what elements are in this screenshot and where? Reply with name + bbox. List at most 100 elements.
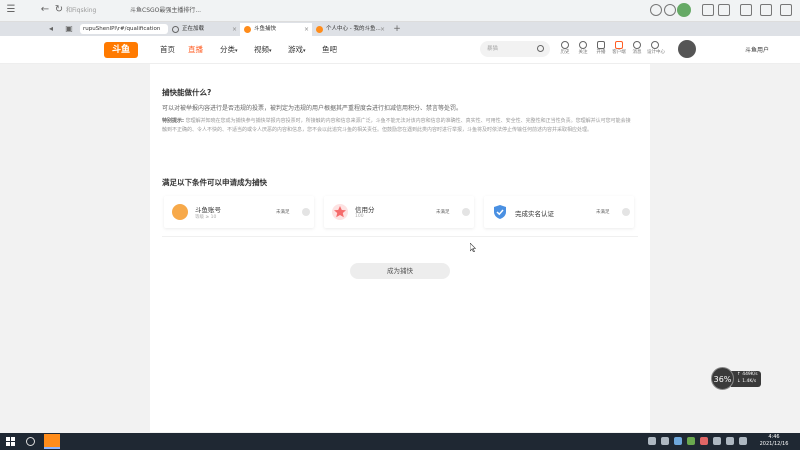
condition-sub: 等级 ≥ 10 bbox=[195, 215, 217, 220]
tab-close-icon[interactable]: × bbox=[380, 23, 385, 36]
nav-fishbar[interactable]: 鱼吧 bbox=[322, 45, 337, 55]
favorite-icon[interactable] bbox=[664, 4, 676, 16]
tab-label: 正在加载 bbox=[182, 26, 205, 32]
taskbar: 4:46 2021/12/16 bbox=[0, 433, 800, 450]
address-bar[interactable]: rupuShenlPl\r#/qualification bbox=[80, 24, 168, 34]
header-icon-label: 消息 bbox=[632, 50, 642, 55]
tab-douyu-catcher[interactable]: 斗鱼捕快 × bbox=[240, 23, 312, 36]
nav-game[interactable]: 游戏▾ bbox=[288, 45, 306, 56]
nav-category[interactable]: 分类▾ bbox=[220, 45, 238, 56]
tip-text: 您理解并知晓在您成为捕快参与捕快举报内容投票时，所接触的内容和信息来源广泛，斗鱼… bbox=[162, 118, 631, 133]
header-client[interactable]: 客户端 bbox=[611, 41, 627, 61]
taskbar-clock[interactable]: 4:46 2021/12/16 bbox=[751, 434, 797, 448]
douyu-favicon-icon bbox=[316, 26, 323, 33]
tab-label: 个人中心 - 我的斗鱼... bbox=[326, 26, 381, 32]
window-close-icon[interactable] bbox=[780, 4, 792, 16]
douyu-favicon-icon bbox=[244, 26, 251, 33]
clock-date: 2021/12/16 bbox=[759, 441, 789, 447]
section-description: 可以对被举报内容进行是否违规的投票，被判定为违规的用户根据其严重程度会进行扣减信… bbox=[162, 105, 463, 112]
tray-shield-icon[interactable] bbox=[674, 437, 682, 445]
message-icon bbox=[633, 41, 641, 49]
condition-sub: 100 bbox=[355, 214, 364, 219]
memory-percent: 36% bbox=[711, 367, 734, 390]
browser-avatar[interactable] bbox=[677, 3, 691, 17]
client-icon bbox=[615, 41, 623, 49]
user-name[interactable]: 斗鱼用户 bbox=[745, 45, 769, 54]
chevron-down-icon: ▾ bbox=[269, 48, 272, 54]
new-tab-button[interactable]: + bbox=[390, 22, 404, 36]
search-icon[interactable] bbox=[537, 45, 544, 52]
condition-card-credit: 信用分 100 未满足 bbox=[324, 196, 474, 228]
chevron-down-icon: ▾ bbox=[235, 48, 238, 54]
history-icon bbox=[561, 41, 569, 49]
header-follow[interactable]: 关注 bbox=[575, 41, 591, 61]
condition-card-realname: 完成实名认证 未满足 bbox=[484, 196, 634, 228]
browser-search-input[interactable]: 和Fiqsking bbox=[66, 4, 118, 17]
search-placeholder: 暴猫 bbox=[487, 46, 499, 52]
network-speed-widget[interactable]: ↑ 449K/s ↓ 1.4K/s 36% bbox=[711, 367, 761, 390]
speed-readout: ↑ 449K/s ↓ 1.4K/s bbox=[731, 371, 761, 387]
tray-app-icon[interactable] bbox=[661, 437, 669, 445]
header-icon-label: 客户端 bbox=[612, 50, 626, 55]
condition-card-account: 斗鱼账号 等级 ≥ 10 未满足 bbox=[164, 196, 314, 228]
browser-toolbar: ☰ ← ↻ 和Fiqsking 斗鱼CSGO最强主播排行... bbox=[0, 0, 800, 22]
user-icon bbox=[172, 204, 188, 220]
tab-personal-center[interactable]: 个人中心 - 我的斗鱼... × bbox=[312, 23, 388, 36]
nav-label: 分类 bbox=[220, 45, 235, 54]
taskbar-search-icon[interactable] bbox=[26, 437, 35, 446]
tray-app-icon[interactable] bbox=[700, 437, 708, 445]
tip-label: 特别提示: bbox=[162, 118, 184, 124]
clock-time: 4:46 bbox=[768, 434, 780, 440]
check-circle-icon bbox=[462, 208, 470, 216]
nav-video[interactable]: 视频▾ bbox=[254, 45, 272, 56]
header-icon-label: 设计中心 bbox=[647, 50, 665, 55]
user-avatar[interactable] bbox=[678, 40, 696, 58]
tray-wechat-icon[interactable] bbox=[687, 437, 695, 445]
special-tip: 特别提示: 您理解并知晓在您成为捕快参与捕快举报内容投票时，所接触的内容和信息来… bbox=[162, 117, 632, 134]
douyu-logo[interactable]: 斗鱼 bbox=[104, 42, 138, 58]
download-speed: ↓ 1.4K/s bbox=[737, 379, 757, 384]
back-icon[interactable]: ← bbox=[38, 3, 52, 17]
condition-name: 完成实名认证 bbox=[515, 210, 554, 218]
header-location[interactable]: 设计中心 bbox=[647, 41, 665, 61]
window-maximize-icon[interactable] bbox=[760, 4, 772, 16]
clock-icon[interactable] bbox=[650, 4, 662, 16]
browser-menu-icon[interactable]: ☰ bbox=[4, 3, 18, 17]
window-minimize-icon[interactable] bbox=[740, 4, 752, 16]
bag-icon[interactable] bbox=[718, 4, 730, 16]
save-icon[interactable]: ▣ bbox=[62, 22, 76, 36]
header-icon-label: 开播 bbox=[596, 50, 606, 55]
check-circle-icon bbox=[622, 208, 630, 216]
header-history[interactable]: 历史 bbox=[557, 41, 573, 61]
header-message[interactable]: 消息 bbox=[629, 41, 645, 61]
refresh-icon[interactable]: ↻ bbox=[52, 3, 66, 17]
location-icon bbox=[651, 41, 659, 49]
bookmark-link[interactable]: 斗鱼CSGO最强主播排行... bbox=[130, 4, 250, 17]
mouse-cursor-icon bbox=[470, 243, 476, 252]
conditions-title: 满足以下条件可以申请成为捕快 bbox=[162, 178, 267, 187]
nav-home[interactable]: 首页 bbox=[160, 45, 175, 55]
become-catcher-button[interactable]: 成为捕快 bbox=[350, 263, 450, 279]
nav-live[interactable]: 直播 bbox=[188, 45, 203, 55]
taskbar-browser-app-icon[interactable] bbox=[44, 434, 60, 449]
page-back-icon[interactable]: ◂ bbox=[44, 22, 58, 36]
header-broadcast[interactable]: 开播 bbox=[593, 41, 609, 61]
follow-icon bbox=[579, 41, 587, 49]
network-icon[interactable] bbox=[726, 437, 734, 445]
windows-start-icon[interactable] bbox=[6, 437, 15, 446]
star-icon bbox=[332, 204, 348, 220]
tray-app-icon[interactable] bbox=[713, 437, 721, 445]
tab-close-icon[interactable]: × bbox=[304, 23, 309, 36]
tab-loading[interactable]: 正在加载 × bbox=[168, 23, 240, 36]
chevron-down-icon: ▾ bbox=[303, 48, 306, 54]
tray-app-icon[interactable] bbox=[648, 437, 656, 445]
condition-status: 未满足 bbox=[596, 210, 610, 215]
site-search-input[interactable]: 暴猫 bbox=[480, 41, 550, 57]
volume-icon[interactable] bbox=[739, 437, 747, 445]
broadcast-icon bbox=[597, 41, 605, 49]
shirt-icon[interactable] bbox=[702, 4, 714, 16]
verified-shield-icon bbox=[492, 204, 508, 220]
header-icon-label: 关注 bbox=[578, 50, 588, 55]
tab-close-icon[interactable]: × bbox=[232, 23, 237, 36]
section-title: 捕快能做什么? bbox=[162, 88, 212, 97]
